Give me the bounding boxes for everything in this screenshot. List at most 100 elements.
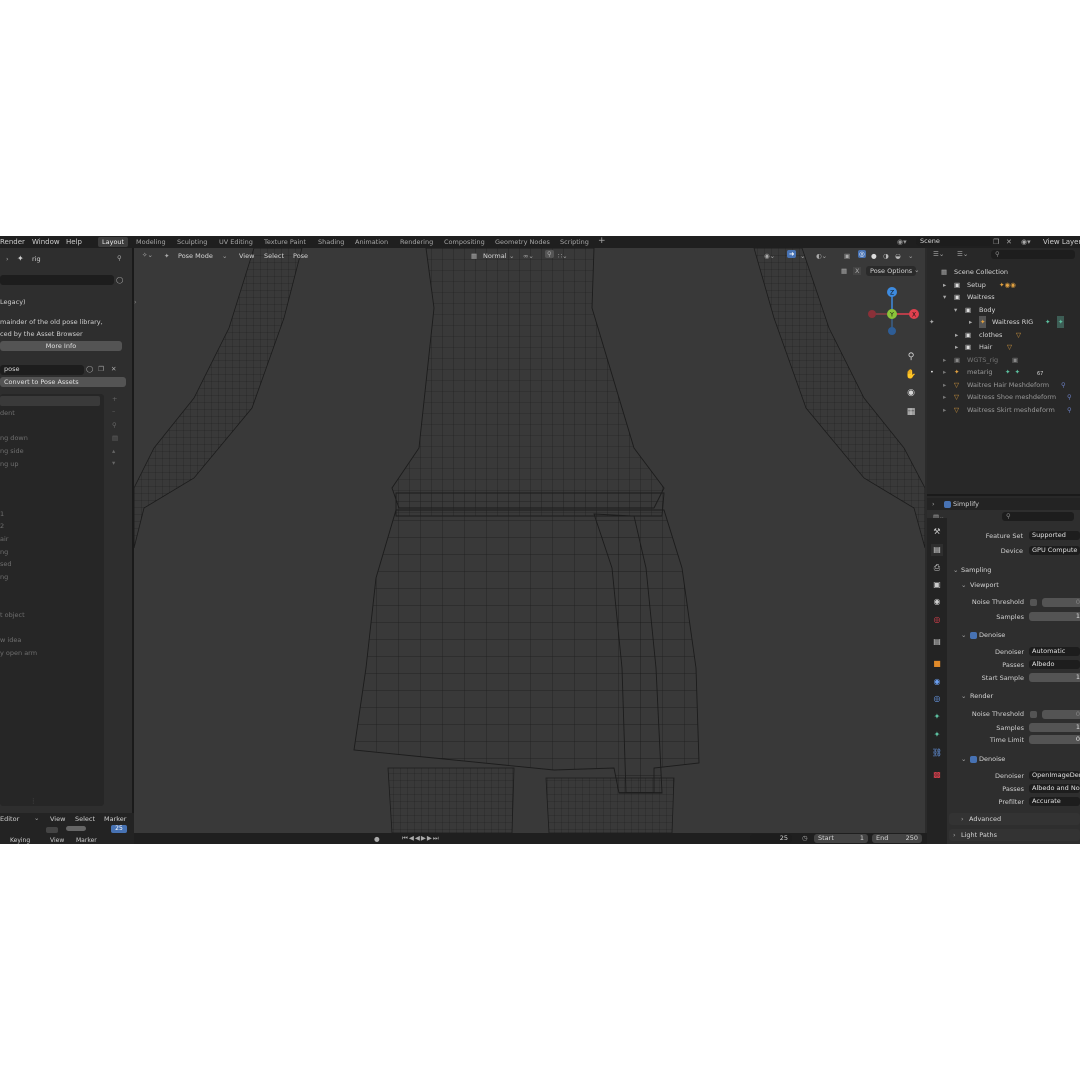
passes-dropdown[interactable]: Albedo and Nor — [1029, 784, 1080, 793]
denoise-checkbox[interactable] — [970, 756, 977, 763]
list-item[interactable]: w idea — [0, 636, 21, 644]
pose-mode-icon[interactable]: ✦ — [929, 316, 934, 328]
tab-sculpting[interactable]: Sculpting — [177, 238, 207, 246]
zoom-icon[interactable]: ⚲ — [904, 350, 918, 364]
move-down-icon[interactable]: ▾ — [112, 459, 115, 467]
copy-icon[interactable]: ❐ — [98, 365, 104, 373]
more-info-button[interactable]: More Info — [0, 341, 122, 351]
solid-shading-icon[interactable]: ● — [871, 252, 877, 260]
current-frame-field[interactable]: 25 — [750, 834, 792, 843]
tab-modeling[interactable]: Modeling — [136, 238, 166, 246]
menu-view[interactable]: View — [50, 815, 65, 823]
tab-texture-paint[interactable]: Texture Paint — [264, 238, 306, 246]
pan-hand-icon[interactable]: ✋ — [904, 368, 918, 382]
collapse-icon[interactable]: ▾ — [943, 291, 946, 303]
object-tab-icon[interactable]: ■ — [931, 658, 943, 670]
list-item[interactable]: ng — [0, 573, 8, 581]
outliner-row-wgts-rig[interactable]: ▸ ▣ WGTS_rig ▣ — [927, 354, 1080, 366]
expand-icon[interactable]: ▸ — [943, 404, 946, 416]
visibility-icon[interactable]: ◉⌄ — [764, 252, 775, 260]
collection-tab-icon[interactable]: ▤ — [931, 636, 943, 648]
pose-menu-icon[interactable]: ▤ — [112, 434, 118, 442]
playback-controls[interactable]: ⏮◀◀▶▶⏭ — [402, 834, 440, 843]
simplify-header[interactable]: › Simplify — [927, 498, 1080, 510]
outliner-row-metarig[interactable]: • ▸ ✦ metarig ✦ ✦ 67 — [927, 366, 1080, 378]
outliner-row-hair[interactable]: ▸ ▣ Hair ▽ — [927, 341, 1080, 353]
outliner-editor-icon[interactable]: ☰⌄ — [933, 250, 944, 258]
simplify-checkbox[interactable] — [944, 501, 951, 508]
list-item[interactable]: air — [0, 535, 8, 543]
delete-scene-icon[interactable]: ✕ — [1006, 238, 1012, 246]
expand-icon[interactable]: ▸ — [943, 366, 946, 378]
world-tab-icon[interactable]: ◎ — [931, 614, 943, 626]
list-item[interactable]: ng down — [0, 434, 28, 442]
outliner-row-waitress-rig[interactable]: ✦ ▸ ✦ Waitress RIG ✦ ✦ — [927, 316, 1080, 328]
view-layer-icon[interactable]: ◉▾ — [1021, 238, 1031, 246]
list-item[interactable]: t object — [0, 611, 25, 619]
advanced-panel[interactable]: › Advanced — [949, 813, 1080, 825]
menu-window[interactable]: Window — [32, 238, 60, 246]
snap-target-icon[interactable]: ∷⌄ — [558, 252, 568, 260]
noise-threshold-field[interactable]: 0 — [1042, 710, 1080, 719]
light-paths-panel[interactable]: › Light Paths — [949, 829, 1080, 841]
tool-tab-icon[interactable]: ⚒ — [931, 526, 943, 538]
render-subpanel-header[interactable]: Render — [970, 692, 993, 700]
orientation-selector[interactable]: Normal — [483, 252, 507, 260]
start-sample-field[interactable]: 1 — [1029, 673, 1080, 682]
menu-pose[interactable]: Pose — [293, 252, 308, 260]
menu-marker[interactable]: Marker — [76, 837, 97, 844]
viewport-subpanel-header[interactable]: Viewport — [970, 581, 999, 589]
gizmo-toggle-icon[interactable]: ➜ — [787, 250, 797, 258]
xray-icon[interactable]: ▣ — [844, 252, 850, 260]
list-item[interactable]: ng side — [0, 447, 24, 455]
pose-options-button[interactable]: Pose Options — [866, 266, 917, 276]
render-samples-field[interactable]: 1 — [1029, 723, 1080, 732]
menu-marker[interactable]: Marker — [104, 815, 126, 823]
view-layer-selector[interactable]: View Layer — [1043, 238, 1080, 246]
list-item[interactable]: y open arm — [0, 649, 37, 657]
scene-tab-icon[interactable]: ◉ — [931, 596, 943, 608]
menu-help[interactable]: Help — [66, 238, 82, 246]
tab-rendering[interactable]: Rendering — [400, 238, 433, 246]
outliner-row-body[interactable]: ▾ ▣ Body — [927, 304, 1080, 316]
outliner-row-skirt-meshdeform[interactable]: ▸ ▽ Waitress Skirt meshdeform ⚲ — [927, 404, 1080, 416]
view-layer-tab-icon[interactable]: ▣ — [931, 579, 943, 591]
chevron-down-icon[interactable]: ⌄ — [34, 814, 39, 822]
collapse-icon[interactable]: ▾ — [954, 304, 957, 316]
move-up-icon[interactable]: ▴ — [112, 447, 115, 455]
chevron-down-icon[interactable]: ⌄ — [222, 252, 227, 260]
properties-search-input[interactable]: ⚲ — [1002, 512, 1074, 521]
add-workspace-button[interactable]: + — [598, 236, 606, 246]
physics-tab-icon[interactable]: ✦ — [931, 711, 943, 723]
denoiser-dropdown[interactable]: OpenImageDen — [1029, 771, 1080, 780]
denoiser-dropdown[interactable]: Automatic — [1029, 647, 1080, 656]
outliner-row-shoe-meshdeform[interactable]: ▸ ▽ Waitress Shoe meshdeform ⚲ — [927, 391, 1080, 403]
mode-selector[interactable]: Pose Mode — [178, 252, 213, 260]
record-icon[interactable]: ● — [374, 835, 380, 843]
tab-animation[interactable]: Animation — [355, 238, 388, 246]
overlays-icon[interactable]: ◐⌄ — [816, 252, 827, 260]
outliner-search-input[interactable]: ⚲ — [991, 250, 1075, 259]
add-pose-icon[interactable]: + — [112, 395, 117, 403]
outliner-row-scene-collection[interactable]: ▦ Scene Collection — [927, 266, 1080, 278]
outliner-row-hair-meshdeform[interactable]: ▸ ▽ Waitres Hair Meshdeform ⚲ — [927, 379, 1080, 391]
modifiers-tab-icon[interactable]: ◉ — [931, 676, 943, 688]
tab-uv-editing[interactable]: UV Editing — [219, 238, 253, 246]
collection-exclude-icon[interactable]: ▣ — [1012, 354, 1018, 366]
render-tab-icon[interactable]: ▤ — [931, 544, 943, 556]
list-item-selected[interactable] — [0, 396, 100, 406]
copy-scene-icon[interactable]: ❐ — [993, 238, 999, 246]
timeline-scrubber[interactable] — [66, 826, 86, 831]
chevron-down-icon[interactable]: ⌄ — [914, 266, 919, 274]
list-item[interactable]: sed — [0, 560, 12, 568]
sidebar-toggle-icon[interactable]: ▦ — [841, 267, 847, 275]
list-item[interactable]: ng up — [0, 460, 19, 468]
close-icon[interactable]: X — [853, 267, 862, 275]
chevron-down-icon[interactable]: ⌄ — [961, 631, 966, 639]
noise-threshold-field[interactable]: 0 — [1042, 598, 1080, 607]
chevron-down-icon[interactable]: ⌄ — [953, 566, 958, 574]
chevron-down-icon[interactable]: ⌄ — [961, 755, 966, 763]
expand-icon[interactable]: ▸ — [969, 316, 972, 328]
panel-header[interactable]: Legacy) — [0, 298, 26, 306]
list-item[interactable]: ng — [0, 548, 8, 556]
